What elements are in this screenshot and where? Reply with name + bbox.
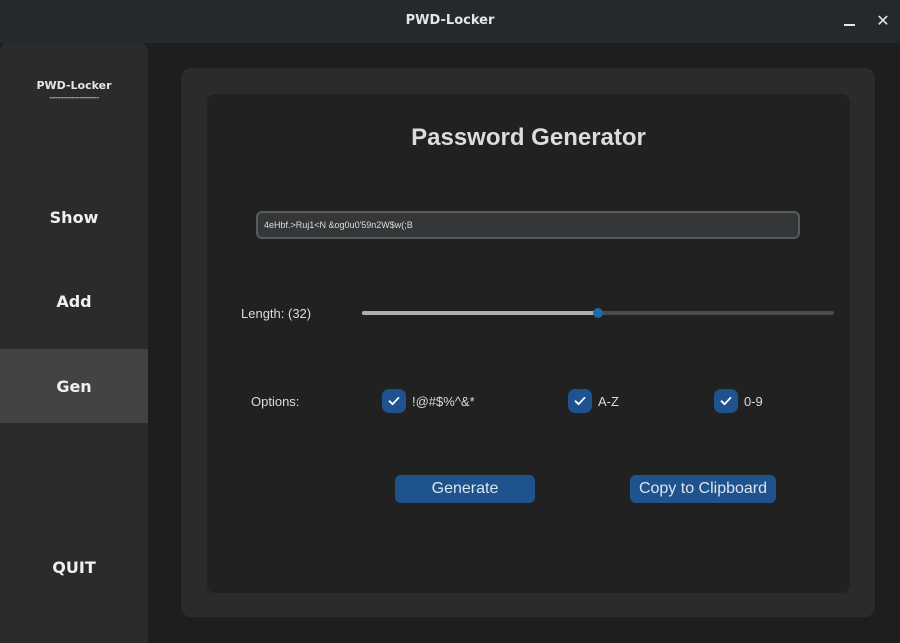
option-digits[interactable]: 0-9 <box>714 389 763 413</box>
sidebar-item-show[interactable]: Show <box>0 180 148 254</box>
option-label: 0-9 <box>744 393 763 409</box>
copy-to-clipboard-button[interactable]: Copy to Clipboard <box>630 475 776 503</box>
checkmark-icon <box>720 396 732 406</box>
option-uppercase[interactable]: A-Z <box>568 389 619 413</box>
length-slider[interactable] <box>362 308 834 318</box>
sidebar: PWD-Locker ------------------ Show Add G… <box>0 43 148 643</box>
option-special-chars[interactable]: !@#$%^&* <box>382 389 475 413</box>
sidebar-item-add[interactable]: Add <box>0 264 148 338</box>
option-label: A-Z <box>598 393 619 409</box>
checkbox[interactable] <box>568 389 592 413</box>
sidebar-brand-underline: ------------------ <box>49 93 99 103</box>
generator-panel <box>207 94 850 593</box>
password-field[interactable] <box>256 211 800 239</box>
generate-button[interactable]: Generate <box>395 475 535 503</box>
checkbox[interactable] <box>382 389 406 413</box>
sidebar-item-quit[interactable]: QUIT <box>0 530 148 604</box>
length-slider-fill <box>362 311 598 315</box>
checkmark-icon <box>574 396 586 406</box>
length-slider-thumb[interactable] <box>593 308 603 318</box>
sidebar-brand: PWD-Locker <box>36 79 112 92</box>
minimize-icon[interactable] <box>837 9 861 33</box>
window-title: PWD-Locker <box>405 13 495 28</box>
close-icon[interactable]: ✕ <box>871 9 895 33</box>
checkmark-icon <box>388 396 400 406</box>
checkbox[interactable] <box>714 389 738 413</box>
option-label: !@#$%^&* <box>412 393 475 409</box>
window-titlebar: PWD-Locker ✕ <box>0 0 900 43</box>
length-label: Length: (32) <box>241 306 312 321</box>
sidebar-item-gen[interactable]: Gen <box>0 349 148 423</box>
page-title: Password Generator <box>411 124 646 151</box>
options-label: Options: <box>251 394 300 409</box>
